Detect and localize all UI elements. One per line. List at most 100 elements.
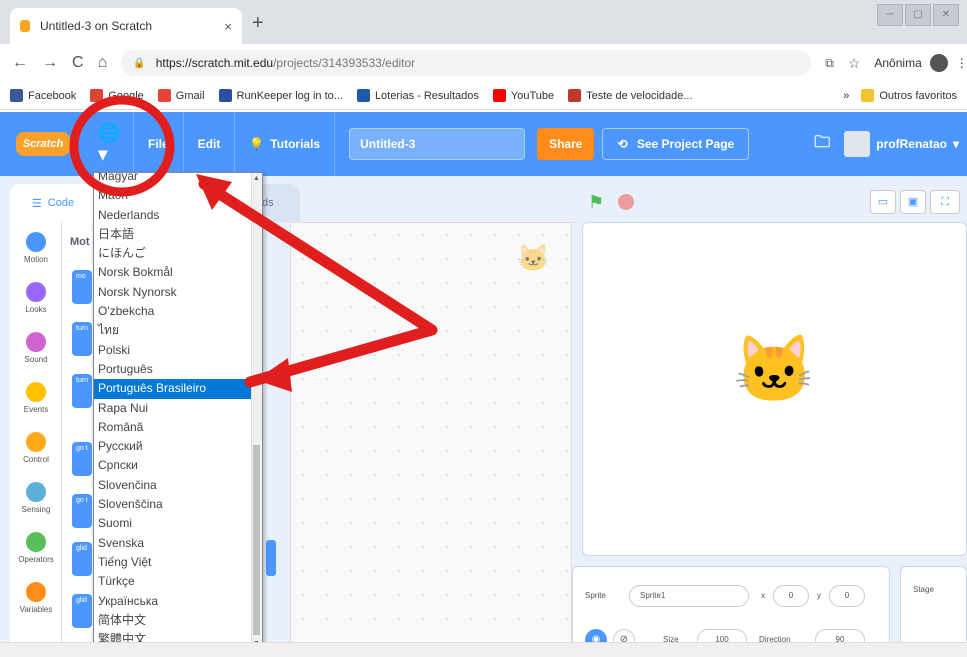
language-option[interactable]: にほんご <box>94 244 252 263</box>
language-globe-icon[interactable]: 🌐▾ <box>86 112 134 176</box>
file-menu[interactable]: File <box>134 112 184 176</box>
edit-menu[interactable]: Edit <box>184 112 236 176</box>
normal-stage-icon[interactable]: ▣ <box>900 190 926 214</box>
language-option[interactable]: Svenska <box>94 534 252 553</box>
bookmark-item[interactable]: Facebook <box>10 89 76 102</box>
language-option[interactable]: ไทย <box>94 321 252 340</box>
language-option[interactable]: Māori <box>94 186 252 205</box>
bookmark-item[interactable]: Google <box>90 89 144 102</box>
account-menu[interactable]: profRenatao ▾ <box>844 131 967 157</box>
more-bookmarks-button[interactable]: » <box>843 90 849 102</box>
scratch-logo[interactable]: Scratch <box>16 132 70 156</box>
language-option[interactable]: Norsk Bokmål <box>94 263 252 282</box>
forward-arrow-icon[interactable]: → <box>42 54 58 72</box>
x-input[interactable]: 0 <box>773 585 809 607</box>
language-option[interactable]: Slovenščina <box>94 495 252 514</box>
url-input[interactable]: 🔒 https://scratch.mit.edu/projects/31439… <box>121 50 812 76</box>
bookmark-item[interactable]: Loterias - Resultados <box>356 89 479 102</box>
motion-block[interactable]: glid <box>72 594 92 628</box>
motion-block[interactable]: glid <box>72 542 92 576</box>
motion-block[interactable]: mo <box>72 270 92 304</box>
language-option[interactable]: 简体中文 <box>94 611 252 630</box>
see-project-page-button[interactable]: ⟲ See Project Page <box>602 128 750 160</box>
lock-icon: 🔒 <box>133 57 146 69</box>
scratch-cat-sprite[interactable]: 🐱 <box>733 331 815 409</box>
category-looks[interactable]: Looks <box>10 282 62 314</box>
language-option[interactable]: O'zbekcha <box>94 302 252 321</box>
fullscreen-icon[interactable]: ⛶ <box>930 190 960 214</box>
category-control[interactable]: Control <box>10 432 62 464</box>
language-option[interactable]: Português <box>94 360 252 379</box>
motion-block[interactable]: turn <box>72 322 92 356</box>
language-select-dropdown[interactable]: Magyar Māori Nederlands 日本語 にほんご Norsk Bokmål… <box>93 172 263 650</box>
stage-label: Stage <box>913 585 934 594</box>
language-option[interactable]: Magyar <box>94 173 252 186</box>
palette-toggle-handle[interactable] <box>266 540 276 576</box>
my-stuff-folder-icon[interactable]: 🗀 <box>800 131 844 158</box>
motion-block[interactable]: go t <box>72 494 92 528</box>
bookmark-item[interactable]: Teste de velocidade... <box>568 89 693 102</box>
bookmark-item[interactable]: Gmail <box>157 89 205 102</box>
bookmark-favicon-icon <box>356 89 370 102</box>
close-window-button[interactable]: ✕ <box>933 4 959 26</box>
sprite-name-input[interactable]: Sprite1 <box>629 585 749 607</box>
share-button[interactable]: Share <box>537 128 595 160</box>
small-stage-icon[interactable]: ▭ <box>870 190 896 214</box>
bookmark-favicon-icon <box>157 89 171 102</box>
tutorials-button[interactable]: 💡 Tutorials <box>235 112 336 176</box>
language-option[interactable]: Tiếng Việt <box>94 553 252 572</box>
category-operators[interactable]: Operators <box>10 532 62 564</box>
project-title-input[interactable]: Untitled-3 <box>349 128 526 160</box>
language-option[interactable]: Norsk Nynorsk <box>94 283 252 302</box>
translate-icon[interactable]: ⧉ <box>825 56 834 71</box>
home-icon[interactable]: ⌂ <box>98 54 108 72</box>
language-option[interactable]: Українська <box>94 592 252 611</box>
language-option[interactable]: Nederlands <box>94 206 252 225</box>
reload-icon[interactable]: C <box>72 54 84 72</box>
category-motion[interactable]: Motion <box>10 232 62 264</box>
bookmark-label: RunKeeper log in to... <box>236 89 343 102</box>
horizontal-scrollbar[interactable] <box>0 642 967 657</box>
language-option[interactable]: Suomi <box>94 514 252 533</box>
language-option[interactable]: Română <box>94 418 252 437</box>
stop-icon[interactable] <box>618 194 634 210</box>
language-option[interactable]: Русский <box>94 437 252 456</box>
language-option[interactable]: Slovenčina <box>94 476 252 495</box>
motion-block[interactable]: go t <box>72 442 92 476</box>
back-arrow-icon[interactable]: ← <box>12 54 28 72</box>
profile-button[interactable]: Anônima ⋮ <box>874 54 967 72</box>
stage-canvas[interactable]: 🐱 <box>582 222 967 556</box>
bookmark-star-icon[interactable]: ☆ <box>848 55 861 72</box>
category-sound[interactable]: Sound <box>10 332 62 364</box>
bookmark-favicon-icon <box>218 89 232 102</box>
y-input[interactable]: 0 <box>829 585 865 607</box>
new-tab-button[interactable]: + <box>252 12 264 35</box>
menu-kebab-icon[interactable]: ⋮ <box>956 56 967 70</box>
green-flag-icon[interactable]: ⚑ <box>588 192 604 213</box>
dropdown-scroll-thumb[interactable] <box>253 445 260 635</box>
minimize-button[interactable]: ─ <box>877 4 903 26</box>
category-events[interactable]: Events <box>10 382 62 414</box>
maximize-button[interactable]: ▢ <box>905 4 931 26</box>
address-toolbar: ← → C ⌂ 🔒 https://scratch.mit.edu/projec… <box>0 44 967 82</box>
category-sensing[interactable]: Sensing <box>10 482 62 514</box>
language-option[interactable]: Polski <box>94 341 252 360</box>
motion-block[interactable]: turn <box>72 374 92 408</box>
dropdown-scrollbar[interactable]: ▲ ▼ <box>251 173 262 649</box>
language-option[interactable]: Српски <box>94 456 252 475</box>
category-label: Operators <box>18 555 54 564</box>
scroll-up-icon[interactable]: ▲ <box>253 175 260 182</box>
other-bookmarks-folder[interactable]: Outros favoritos <box>861 89 957 102</box>
tab-close-icon[interactable]: × <box>224 19 232 34</box>
language-option[interactable]: Português Brasileiro <box>94 379 252 399</box>
browser-tab[interactable]: Untitled-3 on Scratch × <box>10 8 242 44</box>
language-option[interactable]: 日本語 <box>94 225 252 244</box>
script-area[interactable]: 🐱 <box>290 222 572 650</box>
bookmark-item[interactable]: RunKeeper log in to... <box>218 89 343 102</box>
category-variables[interactable]: Variables <box>10 582 62 614</box>
language-option[interactable]: Rapa Nui <box>94 399 252 418</box>
tab-code[interactable]: ☰ Code <box>10 184 96 222</box>
bookmark-item[interactable]: YouTube <box>492 89 554 102</box>
bookmark-label: Google <box>108 89 144 102</box>
language-option[interactable]: Türkçe <box>94 572 252 591</box>
